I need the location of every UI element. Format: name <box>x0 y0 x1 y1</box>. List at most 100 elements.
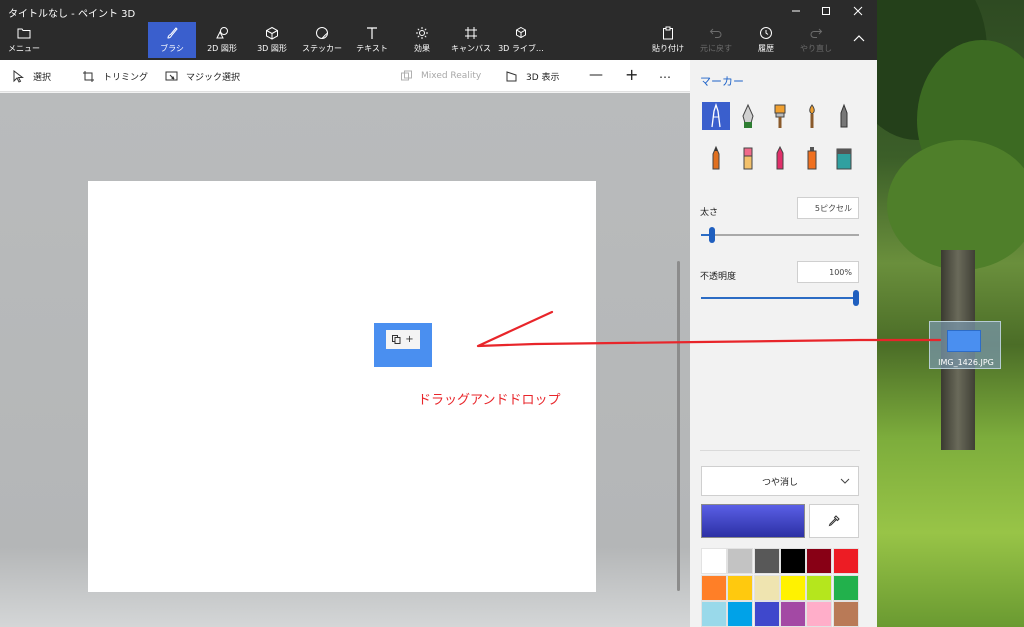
brush-watercolor[interactable] <box>798 102 826 130</box>
canvas-workspace[interactable]: + ドラッグアンドドロップ <box>0 93 690 627</box>
brush-eraser[interactable] <box>734 144 762 172</box>
crop-button[interactable]: トリミング <box>82 68 148 84</box>
effects-icon <box>416 27 428 39</box>
vertical-scrollbar[interactable] <box>677 261 680 591</box>
zoom-out-button[interactable]: — <box>589 67 603 83</box>
watercolor-icon <box>809 104 815 128</box>
tab-canvas[interactable]: キャンバス <box>448 22 494 58</box>
paste-label: 貼り付け <box>652 44 684 53</box>
tab-label: 効果 <box>414 44 430 53</box>
undo-button[interactable]: 元に戻す <box>696 22 736 58</box>
tab-3d-shapes[interactable]: 3D 図形 <box>250 22 294 58</box>
2d-shapes-icon <box>216 27 228 39</box>
3d-view-button[interactable]: 3D 表示 <box>505 68 560 84</box>
thickness-slider-fill <box>701 234 709 236</box>
palette-swatch[interactable] <box>701 574 727 601</box>
more-options-button[interactable]: … <box>659 66 671 82</box>
opacity-input[interactable]: 100% <box>797 261 859 283</box>
brush-calligraphy-pen[interactable] <box>734 102 762 130</box>
oil-brush-icon <box>774 104 786 128</box>
brush-spray-can[interactable] <box>798 144 826 172</box>
tab-brush[interactable]: ブラシ <box>148 22 196 58</box>
3d-view-label: 3D 表示 <box>526 72 560 83</box>
maximize-button[interactable] <box>811 0 841 22</box>
current-color-swatch[interactable] <box>701 504 805 538</box>
palette-swatch[interactable] <box>701 601 727 627</box>
minimize-button[interactable] <box>781 0 811 22</box>
cursor-icon <box>13 69 24 83</box>
thickness-input[interactable]: 5ピクセル <box>797 197 859 219</box>
tab-stickers[interactable]: ステッカー <box>300 22 344 58</box>
brush-oil[interactable] <box>766 102 794 130</box>
tab-2d-shapes[interactable]: 2D 図形 <box>200 22 244 58</box>
palette-swatch[interactable] <box>779 601 806 627</box>
eyedropper-button[interactable] <box>809 504 859 538</box>
palette-swatch[interactable] <box>832 601 859 627</box>
palette-swatch[interactable] <box>727 574 754 601</box>
dragged-file-thumbnail <box>947 330 981 352</box>
calligraphy-pen-icon <box>742 103 754 128</box>
finish-value: つや消し <box>761 477 798 488</box>
menu-button[interactable]: メニュー <box>4 22 44 58</box>
maximize-icon <box>822 7 830 15</box>
text-icon <box>367 27 377 39</box>
opacity-slider[interactable] <box>701 290 859 306</box>
palette-swatch[interactable] <box>727 601 754 627</box>
close-button[interactable] <box>843 0 873 22</box>
palette-swatch[interactable] <box>806 548 833 574</box>
magic-select-button[interactable]: マジック選択 <box>165 68 240 84</box>
brush-pixel-pen[interactable] <box>830 102 858 130</box>
palette-swatch[interactable] <box>806 601 833 627</box>
crayon-icon <box>776 145 784 170</box>
more-options-label: … <box>659 67 671 81</box>
opacity-slider-thumb[interactable] <box>853 290 859 306</box>
tab-label: ブラシ <box>160 44 184 53</box>
paste-icon <box>663 26 673 40</box>
palette-swatch[interactable] <box>753 548 780 574</box>
palette-swatch[interactable] <box>727 548 754 574</box>
brush-crayon[interactable] <box>766 144 794 172</box>
mixed-reality-button[interactable]: Mixed Reality <box>400 68 481 84</box>
collapse-ribbon-button[interactable] <box>846 22 872 58</box>
opacity-label: 不透明度 <box>700 272 737 282</box>
title-bar: タイトルなし - ペイント 3D <box>0 0 877 22</box>
thickness-slider-thumb[interactable] <box>709 227 715 243</box>
paste-button[interactable]: 貼り付け <box>648 22 688 58</box>
magic-select-label: マジック選択 <box>186 72 241 83</box>
window-title: タイトルなし - ペイント 3D <box>8 9 136 20</box>
history-button[interactable]: 履歴 <box>746 22 786 58</box>
redo-icon <box>810 28 823 38</box>
mixed-reality-label: Mixed Reality <box>421 71 482 81</box>
drop-preview-thumbnail: + <box>374 323 432 367</box>
palette-swatch[interactable] <box>832 574 859 601</box>
artboard[interactable]: + ドラッグアンドドロップ <box>88 181 596 592</box>
palette-swatch[interactable] <box>753 574 780 601</box>
brush-fill[interactable] <box>830 144 858 172</box>
canvas-icon <box>465 27 477 39</box>
eyedropper-icon <box>828 515 840 527</box>
thickness-slider[interactable] <box>701 227 859 243</box>
palette-swatch[interactable] <box>753 601 780 627</box>
palette-swatch[interactable] <box>806 574 833 601</box>
minimize-icon <box>792 10 800 12</box>
history-icon <box>760 27 772 39</box>
tab-3d-library[interactable]: 3D ライブ… <box>498 22 544 58</box>
palette-swatch[interactable] <box>779 548 806 574</box>
folder-icon <box>17 28 31 39</box>
marker-icon <box>711 103 721 128</box>
pixel-pen-icon <box>840 103 848 128</box>
select-button[interactable]: 選択 <box>12 68 51 84</box>
brush-marker[interactable] <box>702 102 730 130</box>
tab-effects[interactable]: 効果 <box>400 22 444 58</box>
finish-dropdown[interactable]: つや消し <box>701 466 859 496</box>
chevron-down-icon <box>840 478 850 484</box>
brush-pencil[interactable] <box>702 144 730 172</box>
dragged-file-ghost: IMG_1426.JPG <box>929 321 1001 369</box>
redo-button[interactable]: やり直し <box>796 22 836 58</box>
tab-text[interactable]: テキスト <box>350 22 394 58</box>
palette-swatch[interactable] <box>779 574 806 601</box>
palette-swatch[interactable] <box>701 548 727 574</box>
palette-swatch[interactable] <box>832 548 859 574</box>
desktop-background: IMG_1426.JPG <box>877 0 1024 627</box>
zoom-in-button[interactable]: + <box>625 65 638 84</box>
